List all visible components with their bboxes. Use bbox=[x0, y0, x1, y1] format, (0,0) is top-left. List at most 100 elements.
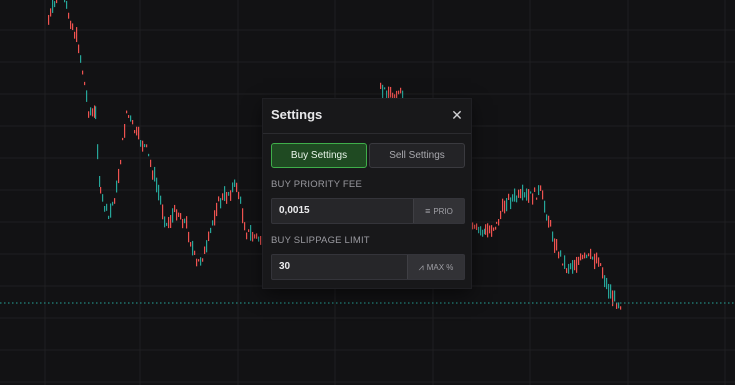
candle bbox=[608, 283, 610, 299]
list-icon: ≡ bbox=[425, 206, 431, 216]
candle bbox=[570, 263, 572, 270]
candle bbox=[224, 186, 226, 202]
candle bbox=[146, 144, 148, 148]
candle bbox=[542, 190, 544, 200]
candle bbox=[192, 240, 194, 256]
candle bbox=[600, 263, 602, 267]
close-icon[interactable]: ✕ bbox=[449, 107, 465, 123]
candle bbox=[206, 240, 208, 253]
candle bbox=[246, 232, 248, 240]
candle bbox=[482, 229, 484, 237]
candle bbox=[618, 302, 620, 309]
candle bbox=[128, 115, 130, 118]
candle bbox=[530, 191, 532, 194]
candle bbox=[508, 193, 510, 200]
candle bbox=[68, 12, 70, 19]
candle bbox=[476, 223, 478, 231]
candle bbox=[540, 185, 542, 191]
priority-fee-field: 0,0015 ≡ PRIO bbox=[271, 198, 465, 224]
candle bbox=[572, 260, 574, 274]
candle bbox=[95, 106, 97, 120]
candle bbox=[504, 200, 506, 214]
candle bbox=[398, 90, 400, 95]
priority-fee-input[interactable]: 0,0015 bbox=[272, 199, 415, 223]
candle bbox=[122, 137, 124, 141]
settings-modal: Settings ✕ Buy Settings Sell Settings BU… bbox=[263, 99, 471, 288]
candle bbox=[552, 231, 554, 242]
candle bbox=[134, 130, 136, 134]
slippage-input[interactable]: 30 bbox=[272, 255, 409, 279]
candle bbox=[172, 208, 174, 223]
candle bbox=[524, 192, 526, 198]
candle bbox=[97, 144, 99, 160]
candle bbox=[106, 203, 108, 211]
candle bbox=[202, 258, 204, 262]
candle bbox=[254, 234, 256, 239]
candle bbox=[614, 290, 616, 302]
candle bbox=[487, 223, 489, 238]
candle bbox=[596, 252, 598, 264]
candle bbox=[66, 0, 68, 9]
candle bbox=[70, 20, 72, 29]
candle bbox=[216, 202, 218, 217]
candle bbox=[498, 219, 500, 226]
candle bbox=[588, 253, 590, 257]
candle bbox=[124, 124, 126, 138]
candle bbox=[576, 256, 578, 273]
candle bbox=[598, 257, 600, 267]
slippage-label: BUY SLIPPAGE LIMIT bbox=[271, 235, 370, 246]
candle bbox=[616, 303, 618, 309]
candle bbox=[536, 197, 538, 200]
candle bbox=[220, 198, 222, 209]
candle bbox=[478, 226, 480, 234]
candle bbox=[538, 185, 540, 196]
candle bbox=[214, 210, 216, 226]
candle bbox=[242, 208, 244, 224]
candle bbox=[190, 242, 192, 247]
candle bbox=[382, 84, 384, 101]
candle bbox=[116, 180, 118, 193]
candle bbox=[176, 209, 178, 221]
candle bbox=[130, 115, 132, 122]
candle bbox=[380, 82, 382, 90]
candle bbox=[204, 246, 206, 254]
candle bbox=[256, 233, 258, 239]
candle bbox=[138, 126, 140, 140]
tab-buy-settings[interactable]: Buy Settings bbox=[271, 143, 367, 168]
candle bbox=[164, 216, 166, 228]
candle bbox=[502, 198, 504, 212]
candle bbox=[120, 159, 122, 165]
candle bbox=[166, 222, 168, 226]
candle bbox=[162, 204, 164, 220]
candle bbox=[258, 236, 260, 242]
candle bbox=[558, 251, 560, 259]
candle bbox=[150, 159, 152, 168]
candle bbox=[556, 239, 558, 251]
candle bbox=[400, 87, 402, 94]
candle bbox=[152, 170, 154, 180]
candle bbox=[516, 195, 518, 203]
candle bbox=[496, 221, 498, 224]
slippage-suffix: ⩘ MAX % bbox=[407, 255, 464, 279]
candle bbox=[244, 222, 246, 231]
candle bbox=[144, 144, 146, 148]
candle bbox=[126, 110, 128, 114]
candle bbox=[610, 284, 612, 299]
prio-label: PRIO bbox=[433, 207, 453, 216]
candle bbox=[495, 226, 497, 230]
candle bbox=[500, 210, 502, 220]
candle bbox=[50, 8, 52, 17]
candle bbox=[238, 191, 240, 200]
candle bbox=[582, 254, 584, 260]
candle bbox=[526, 188, 528, 201]
candle bbox=[491, 225, 493, 237]
candle bbox=[236, 182, 238, 193]
tab-sell-settings[interactable]: Sell Settings bbox=[369, 143, 465, 168]
candle bbox=[174, 204, 176, 213]
priority-fee-label: BUY PRIORITY FEE bbox=[271, 179, 363, 190]
candle bbox=[510, 197, 512, 210]
candle bbox=[480, 226, 482, 236]
candle bbox=[104, 206, 106, 212]
candle bbox=[222, 193, 224, 201]
slippage-icon: ⩘ bbox=[418, 262, 424, 272]
